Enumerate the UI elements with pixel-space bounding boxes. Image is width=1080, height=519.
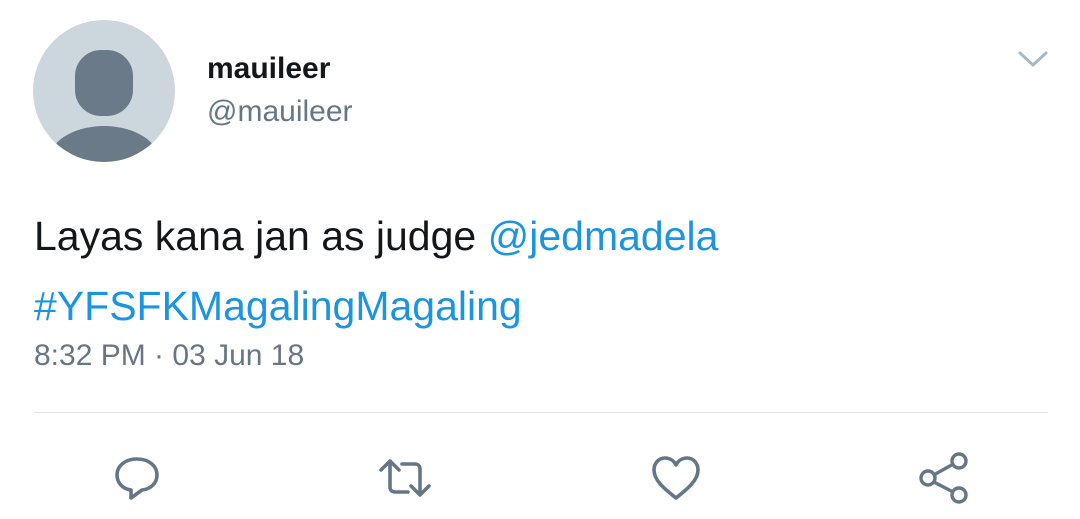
share-button[interactable] xyxy=(916,450,972,506)
avatar[interactable] xyxy=(33,20,175,162)
mention-link[interactable]: @jedmadela xyxy=(488,213,719,259)
retweet-icon xyxy=(379,459,431,497)
user-handle[interactable]: @mauileer xyxy=(207,95,353,129)
tweet-text: Layas kana jan as judge @jedmadela #YFSFK… xyxy=(34,201,1044,341)
retweet-button[interactable] xyxy=(377,450,433,506)
like-button[interactable] xyxy=(648,450,704,506)
tweet-timestamp: 8:32 PM · 03 Jun 18 xyxy=(34,339,305,372)
tweet-body: Layas kana jan as judge xyxy=(34,213,488,259)
heart-icon xyxy=(652,456,700,500)
reply-icon xyxy=(115,457,159,500)
reply-button[interactable] xyxy=(109,450,165,506)
default-profile-icon xyxy=(48,50,160,162)
share-icon xyxy=(919,452,968,504)
hashtag-link[interactable]: #YFSFKMagalingMagaling xyxy=(34,283,522,329)
display-name[interactable]: mauileer xyxy=(207,52,330,86)
chevron-down-icon[interactable] xyxy=(1016,46,1050,72)
divider xyxy=(34,412,1048,413)
